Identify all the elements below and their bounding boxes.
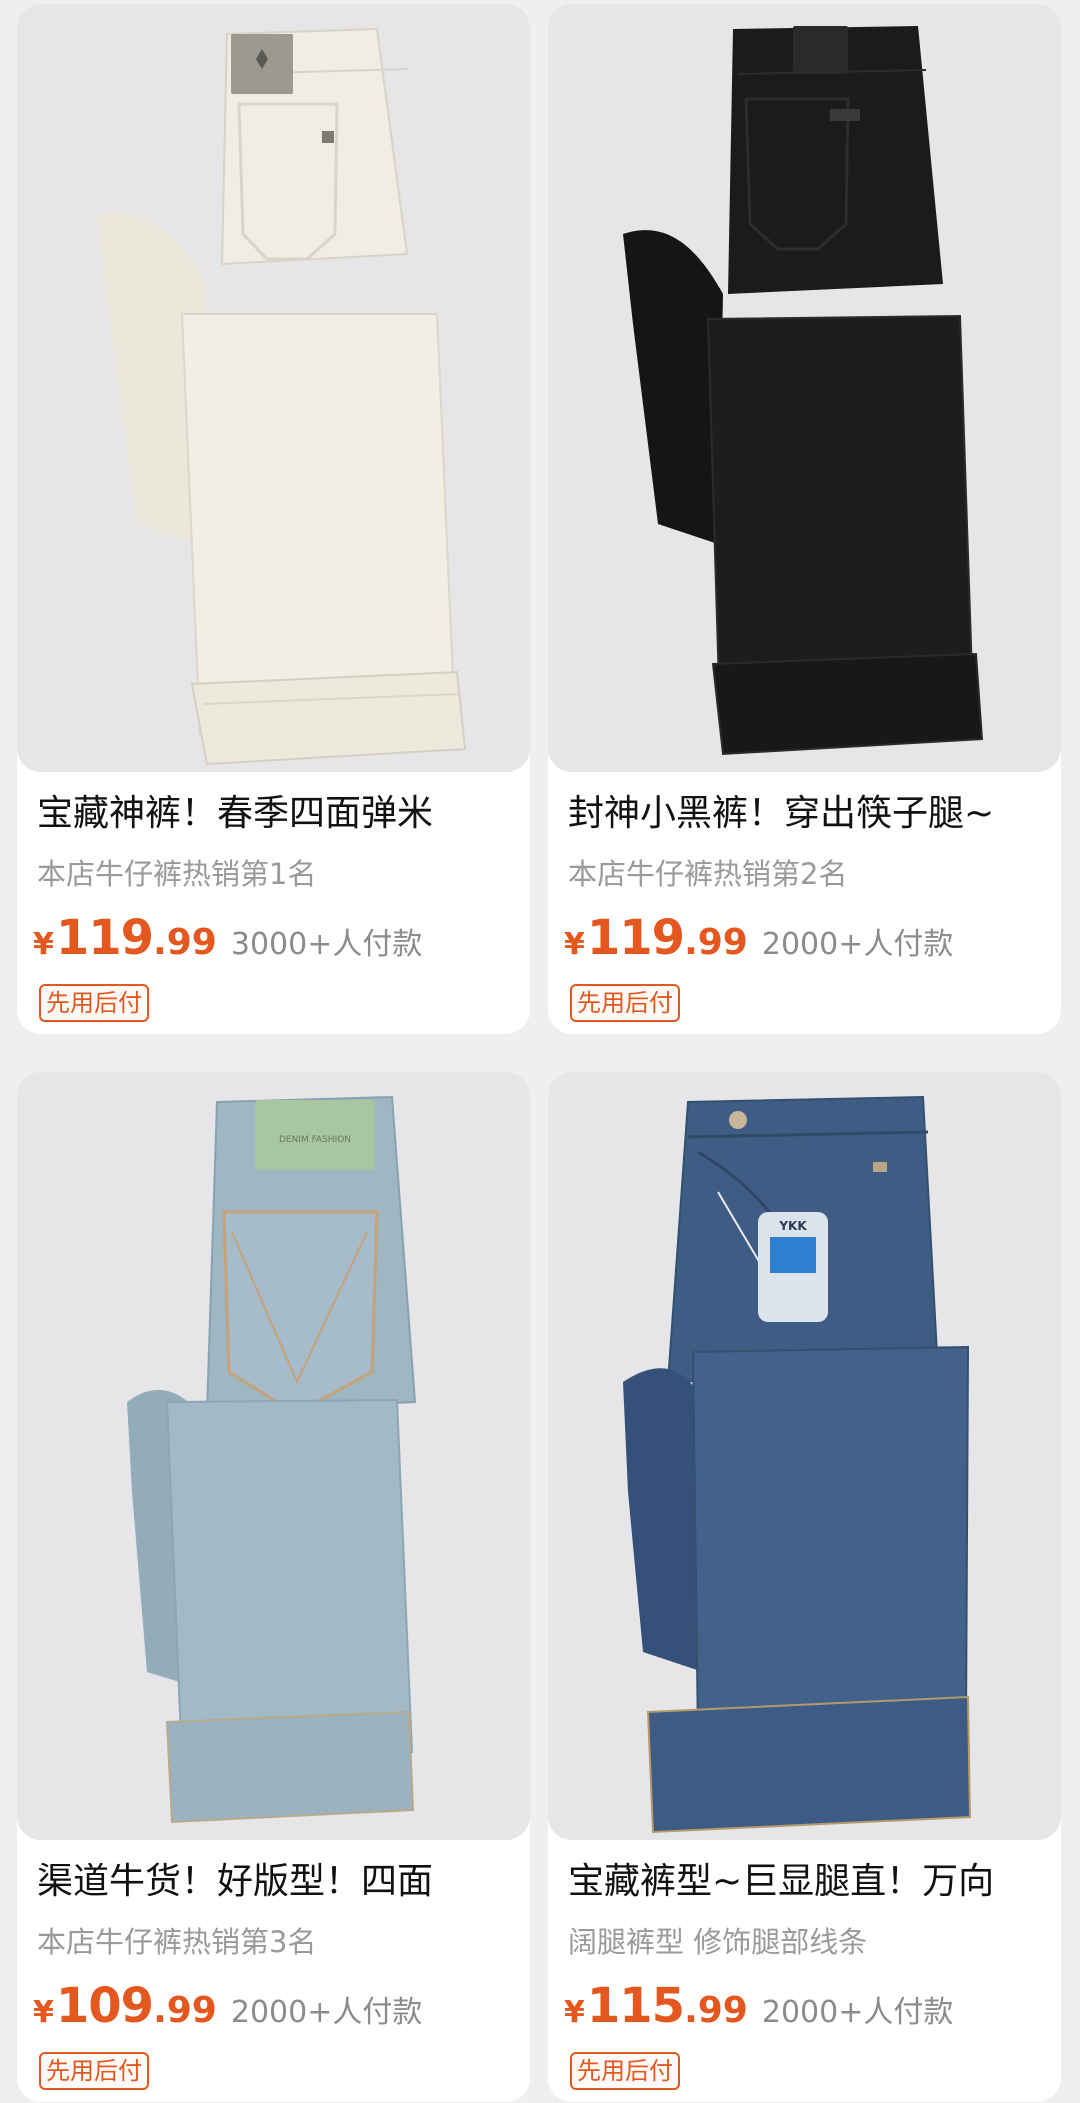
price-decimal: .99 bbox=[153, 1990, 217, 2031]
product-subtitle: 本店牛仔裤热销第2名 bbox=[568, 857, 848, 891]
currency-symbol: ¥ bbox=[564, 1995, 585, 2030]
price-integer: 115 bbox=[586, 1978, 685, 2034]
product-grid: 宝藏神裤！春季四面弹米 本店牛仔裤热销第1名 ¥ 119 .99 3000+人付… bbox=[0, 0, 1080, 2103]
price-integer: 109 bbox=[55, 1978, 154, 2034]
pay-later-badge: 先用后付 bbox=[570, 984, 680, 1022]
product-image[interactable]: DENIM FASHION bbox=[17, 1072, 530, 1840]
sales-count: 2000+人付款 bbox=[230, 1995, 423, 2030]
product-title[interactable]: 宝藏神裤！春季四面弹米 bbox=[37, 788, 527, 840]
product-subtitle: 本店牛仔裤热销第3名 bbox=[37, 1925, 317, 1959]
currency-symbol: ¥ bbox=[33, 1995, 54, 2030]
product-title[interactable]: 封神小黑裤！穿出筷子腿~ bbox=[568, 788, 1058, 840]
sales-count: 3000+人付款 bbox=[230, 927, 423, 962]
pay-later-badge: 先用后付 bbox=[39, 984, 149, 1022]
sales-count: 2000+人付款 bbox=[761, 1995, 954, 2030]
product-card[interactable]: 宝藏神裤！春季四面弹米 本店牛仔裤热销第1名 ¥ 119 .99 3000+人付… bbox=[17, 4, 530, 1034]
denim-patch-text: DENIM FASHION bbox=[279, 1135, 351, 1145]
product-subtitle: 本店牛仔裤热销第1名 bbox=[37, 857, 317, 891]
product-title[interactable]: 渠道牛货！好版型！四面 bbox=[37, 1856, 527, 1908]
product-image[interactable]: YKK bbox=[548, 1072, 1061, 1840]
product-image[interactable] bbox=[17, 4, 530, 772]
price-integer: 119 bbox=[55, 910, 154, 966]
price-row: ¥ 119 .99 2000+人付款 bbox=[564, 910, 953, 970]
product-card[interactable]: YKK 宝藏裤型~巨显腿直！万向 阔腿裤型 修饰腿部线条 ¥ 115 .99 2… bbox=[548, 1072, 1061, 2102]
price-decimal: .99 bbox=[684, 1990, 748, 2031]
pay-later-badge: 先用后付 bbox=[570, 2052, 680, 2090]
product-image[interactable] bbox=[548, 4, 1061, 772]
price-decimal: .99 bbox=[153, 922, 217, 963]
product-title[interactable]: 宝藏裤型~巨显腿直！万向 bbox=[568, 1856, 1058, 1908]
price-integer: 119 bbox=[586, 910, 685, 966]
product-subtitle: 阔腿裤型 修饰腿部线条 bbox=[568, 1925, 868, 1959]
currency-symbol: ¥ bbox=[33, 927, 54, 962]
sales-count: 2000+人付款 bbox=[761, 927, 954, 962]
hangtag-text: YKK bbox=[778, 1219, 807, 1233]
price-decimal: .99 bbox=[684, 922, 748, 963]
price-row: ¥ 109 .99 2000+人付款 bbox=[33, 1978, 422, 2038]
pay-later-badge: 先用后付 bbox=[39, 2052, 149, 2090]
product-card[interactable]: DENIM FASHION 渠道牛货！好版型！四面 本店牛仔裤热销第3名 ¥ 1… bbox=[17, 1072, 530, 2102]
currency-symbol: ¥ bbox=[564, 927, 585, 962]
price-row: ¥ 119 .99 3000+人付款 bbox=[33, 910, 422, 970]
price-row: ¥ 115 .99 2000+人付款 bbox=[564, 1978, 953, 2038]
product-card[interactable]: 封神小黑裤！穿出筷子腿~ 本店牛仔裤热销第2名 ¥ 119 .99 2000+人… bbox=[548, 4, 1061, 1034]
